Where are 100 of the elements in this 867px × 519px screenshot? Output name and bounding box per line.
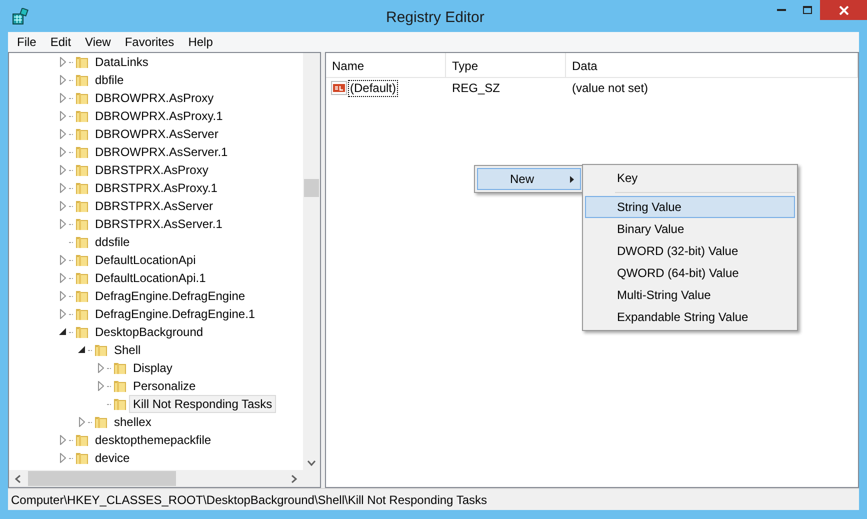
tree-item[interactable]: DefaultLocationApi.1 (91, 269, 210, 287)
tree-item[interactable]: DBRSTPRX.AsServer (91, 197, 218, 215)
tree-item[interactable]: DefragEngine.DefragEngine (91, 287, 250, 305)
tree-item[interactable]: ddsfile (91, 233, 134, 251)
collapsed-arrow-icon[interactable] (60, 183, 66, 193)
folder-icon (74, 108, 90, 124)
tree-item[interactable]: dbfile (91, 71, 128, 89)
tree-item[interactable]: DBRSTPRX.AsServer.1 (91, 215, 226, 233)
folder-icon (74, 126, 90, 142)
collapsed-arrow-icon[interactable] (60, 453, 66, 463)
collapsed-arrow-icon[interactable] (60, 219, 66, 229)
scroll-thumb[interactable] (28, 471, 176, 486)
table-cell-text: REG_SZ (451, 80, 502, 97)
menu-item[interactable]: Favorites (118, 32, 182, 52)
collapsed-arrow-icon[interactable] (60, 309, 66, 319)
menu-item[interactable]: New (477, 168, 581, 190)
table-cell-text: (value not set) (571, 80, 650, 97)
tree-item[interactable]: DefragEngine.DefragEngine.1 (91, 305, 260, 323)
collapsed-arrow-icon[interactable] (60, 435, 66, 445)
menu-item[interactable]: File (10, 32, 44, 52)
tree-item[interactable]: DesktopBackground (91, 323, 208, 341)
collapsed-arrow-icon[interactable] (98, 363, 104, 373)
folder-icon (74, 72, 90, 88)
folder-icon (74, 162, 90, 178)
menu-item[interactable]: QWORD (64-bit) Value (585, 262, 795, 284)
tree-item[interactable]: DBROWPRX.AsProxy (91, 89, 218, 107)
string-value-icon (331, 81, 347, 95)
collapsed-arrow-icon[interactable] (79, 417, 85, 427)
tree-item[interactable]: DBROWPRX.AsProxy.1 (91, 107, 227, 125)
registry-cubes-icon (11, 8, 29, 26)
scroll-down-icon[interactable] (307, 460, 316, 466)
submenu-arrow-icon (570, 176, 574, 182)
collapsed-arrow-icon[interactable] (60, 201, 66, 211)
menu-item[interactable]: DWORD (32-bit) Value (585, 240, 795, 262)
maximize-icon (802, 6, 812, 14)
table-cell[interactable]: (Default) (348, 80, 398, 96)
tree-item[interactable]: desktopthemepackfile (91, 431, 216, 449)
vertical-scrollbar[interactable] (303, 53, 320, 470)
scroll-thumb[interactable] (304, 179, 319, 197)
minimize-icon (776, 9, 786, 11)
collapsed-arrow-icon[interactable] (60, 165, 66, 175)
folder-icon (74, 234, 90, 250)
folder-icon (112, 396, 128, 412)
tree-item[interactable]: DefaultLocationApi (91, 251, 200, 269)
tree-item[interactable]: DataLinks (91, 53, 152, 71)
collapsed-arrow-icon[interactable] (60, 255, 66, 265)
folder-icon (74, 90, 90, 106)
folder-icon (74, 216, 90, 232)
folder-icon (74, 54, 90, 70)
collapsed-arrow-icon[interactable] (60, 291, 66, 301)
expanded-arrow-icon[interactable] (78, 346, 86, 354)
expanded-arrow-icon[interactable] (59, 328, 67, 336)
folder-icon (74, 306, 90, 322)
column-header[interactable]: Name (326, 53, 446, 78)
folder-icon (93, 342, 109, 358)
collapsed-arrow-icon[interactable] (60, 129, 66, 139)
folder-icon (93, 414, 109, 430)
collapsed-arrow-icon[interactable] (60, 273, 66, 283)
collapsed-arrow-icon[interactable] (60, 57, 66, 67)
scroll-right-icon[interactable] (291, 475, 297, 483)
menu-item[interactable]: Expandable String Value (585, 306, 795, 328)
collapsed-arrow-icon[interactable] (60, 93, 66, 103)
menu-item[interactable]: Key (585, 167, 795, 189)
collapsed-arrow-icon[interactable] (60, 147, 66, 157)
folder-icon (74, 180, 90, 196)
folder-icon (74, 144, 90, 160)
column-header[interactable]: Type (446, 53, 566, 78)
folder-icon (74, 288, 90, 304)
tree-item[interactable]: Display (129, 359, 176, 377)
tree-item[interactable]: device (91, 449, 134, 467)
tree-item[interactable]: shellex (110, 413, 156, 431)
folder-icon (74, 432, 90, 448)
tree-item[interactable]: DBRSTPRX.AsProxy (91, 161, 212, 179)
tree-item[interactable]: DBROWPRX.AsServer (91, 125, 222, 143)
tree-item[interactable]: Personalize (129, 377, 200, 395)
scroll-left-icon[interactable] (15, 475, 21, 483)
folder-icon (112, 360, 128, 376)
folder-icon (74, 270, 90, 286)
menu-item[interactable]: View (78, 32, 118, 52)
tree-item[interactable]: DBRSTPRX.AsProxy.1 (91, 179, 222, 197)
folder-icon (74, 252, 90, 268)
menu-item[interactable]: Help (181, 32, 220, 52)
folder-icon (74, 324, 90, 340)
menu-item[interactable]: Binary Value (585, 218, 795, 240)
column-header[interactable]: Data (566, 53, 858, 78)
collapsed-arrow-icon[interactable] (98, 381, 104, 391)
menu-item[interactable]: String Value (585, 196, 795, 218)
status-bar: Computer\HKEY_CLASSES_ROOT\DesktopBackground\Shell\Kill Not Responding Tasks (8, 488, 859, 510)
window-title: Registry Editor (386, 8, 484, 28)
tree-item[interactable]: Kill Not Responding Tasks (129, 395, 276, 413)
folder-icon (74, 450, 90, 466)
menu-item[interactable]: Multi-String Value (585, 284, 795, 306)
menu-item[interactable]: Edit (43, 32, 78, 52)
close-icon (838, 6, 848, 14)
collapsed-arrow-icon[interactable] (60, 75, 66, 85)
collapsed-arrow-icon[interactable] (60, 111, 66, 121)
tree-item[interactable]: Shell (110, 341, 145, 359)
close-button[interactable] (820, 0, 867, 20)
horizontal-scrollbar[interactable] (9, 470, 320, 487)
tree-item[interactable]: DBROWPRX.AsServer.1 (91, 143, 232, 161)
